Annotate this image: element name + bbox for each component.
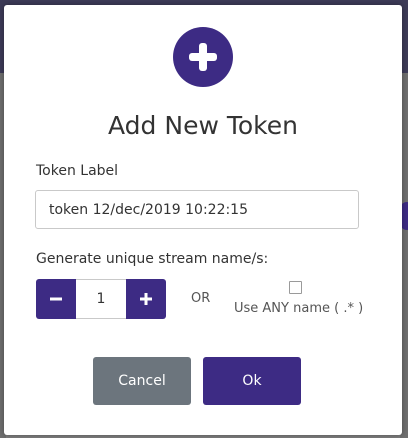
increment-button[interactable] bbox=[126, 279, 166, 319]
any-name-label: Use ANY name ( .* ) bbox=[234, 301, 364, 316]
ok-button[interactable]: Ok bbox=[203, 357, 301, 405]
stream-count-value[interactable]: 1 bbox=[76, 279, 126, 319]
decrement-button[interactable] bbox=[36, 279, 76, 319]
token-label-input[interactable] bbox=[35, 190, 359, 229]
plus-icon bbox=[140, 293, 152, 305]
plus-circle-icon bbox=[173, 27, 233, 87]
token-label: Token Label bbox=[36, 163, 119, 179]
or-separator: OR bbox=[191, 291, 211, 306]
generate-label: Generate unique stream name/s: bbox=[36, 251, 269, 267]
modal-title: Add New Token bbox=[108, 111, 298, 140]
stream-count-stepper: 1 bbox=[36, 279, 166, 319]
any-name-checkbox[interactable] bbox=[289, 281, 302, 294]
add-token-modal: Add New Token Token Label Generate uniqu… bbox=[4, 5, 402, 435]
minus-icon bbox=[50, 297, 62, 301]
cancel-button[interactable]: Cancel bbox=[93, 357, 191, 405]
